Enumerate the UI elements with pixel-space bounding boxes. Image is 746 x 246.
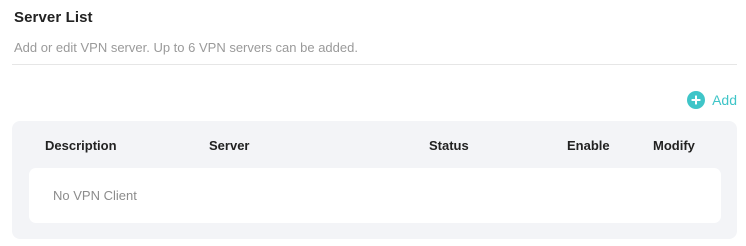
add-server-button[interactable]: Add [687, 91, 737, 109]
column-header-enable: Enable [567, 138, 610, 153]
section-subtitle: Add or edit VPN server. Up to 6 VPN serv… [14, 40, 358, 55]
column-header-modify: Modify [653, 138, 695, 153]
server-table: Description Server Status Enable Modify … [12, 121, 737, 239]
column-header-server: Server [209, 138, 250, 153]
add-button-label: Add [712, 92, 737, 108]
section-title: Server List [14, 9, 93, 26]
column-header-status: Status [429, 138, 469, 153]
divider [12, 64, 737, 65]
column-header-description: Description [45, 138, 117, 153]
plus-circle-icon [687, 91, 706, 109]
server-list-section: Server List Add or edit VPN server. Up t… [0, 0, 746, 246]
table-body: No VPN Client [29, 168, 721, 223]
empty-state-text: No VPN Client [53, 188, 137, 203]
